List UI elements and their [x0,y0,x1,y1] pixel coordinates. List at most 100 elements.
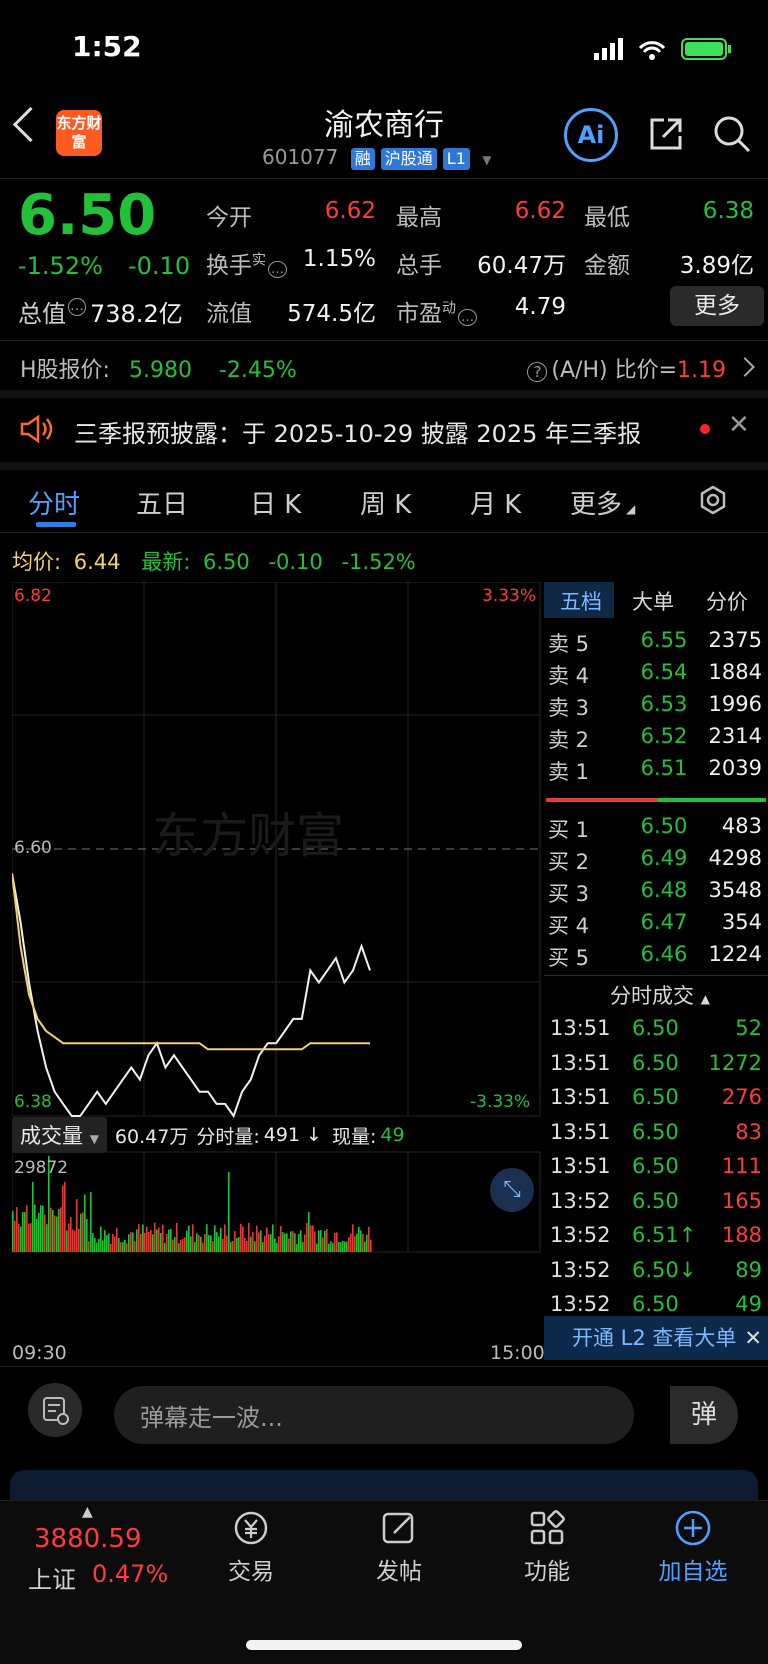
volume-bar [46,1224,48,1252]
ask-vol: 2314 [708,724,762,748]
volume-bar [360,1230,362,1252]
volume-bar [230,1242,232,1252]
pe-label: 市盈动… [396,294,477,328]
trade-price: 6.50 [632,1016,679,1040]
intraday-chart[interactable]: 东方财富 [12,582,542,1282]
trade-row: 13:51 6.50 1272 [544,1051,766,1083]
plus-circle-icon [675,1510,711,1546]
volume-bar [254,1241,256,1252]
trade-vol: 83 [735,1119,762,1144]
stock-subtitle[interactable]: 601077 融沪股通 L1 ▼ [262,145,491,170]
volume-bar [298,1233,300,1252]
trade-price: 6.50 [632,1154,679,1178]
volume-bar [156,1229,158,1252]
trade-price: 6.50 [632,1119,679,1144]
grid-icon [530,1510,565,1545]
volume-bar [236,1237,238,1252]
chevron-up-icon[interactable]: ▲ [82,1504,93,1520]
tab-five-levels[interactable]: 五档 [560,586,602,616]
trade-time: 13:51 [550,1154,611,1178]
volume-bar [212,1241,214,1252]
index-pct[interactable]: 0.47% [92,1560,168,1588]
ask-row[interactable]: 卖 5 6.55 2375 [544,628,766,658]
ask-row[interactable]: 卖 4 6.54 1884 [544,660,766,690]
volume-bar [308,1212,310,1252]
tab-more[interactable]: 更多 ◢ [570,484,635,521]
share-icon[interactable] [648,116,684,152]
nav-functions[interactable]: 功能 [492,1508,602,1586]
ask-label: 卖 5 [548,632,590,656]
danmu-send-button[interactable]: 弹 [670,1386,738,1444]
chevron-right-icon[interactable] [735,357,755,377]
tab-5day[interactable]: 五日 [136,484,188,521]
nav-trade[interactable]: 交易 [196,1508,306,1586]
volume-bar [154,1222,156,1252]
close-icon[interactable]: ✕ [744,1316,762,1360]
volume-bar [338,1242,340,1252]
bid-label: 买 4 [548,914,590,938]
tab-large-orders[interactable]: 大单 [632,586,674,616]
volume-bar [210,1235,212,1252]
chart-tabs: 分时 五日 日 K 周 K 月 K 更多 ◢ [0,484,768,530]
volume-bar [104,1230,106,1252]
nav-post[interactable]: 发帖 [344,1508,454,1586]
volume-bar [74,1230,76,1252]
bid-row[interactable]: 买 3 6.48 3548 [544,878,766,908]
volume-dropdown[interactable]: 成交量 ▼ [12,1117,107,1153]
more-button[interactable]: 更多 [670,286,764,326]
volume-bar [50,1207,52,1252]
tab-monthly-k[interactable]: 月 K [470,484,521,521]
trades-title[interactable]: 分时成交 ▲ [610,980,710,1010]
info-icon[interactable]: … [68,297,86,316]
search-icon[interactable] [712,114,752,154]
ask-price: 6.55 [640,628,688,652]
stock-code: 601077 [262,145,339,169]
index-name[interactable]: 上证 [28,1560,76,1595]
volume-bar [320,1230,322,1252]
ask-row[interactable]: 卖 3 6.53 1996 [544,692,766,722]
bid-row[interactable]: 买 5 6.46 1224 [544,942,766,972]
volume-bar [248,1222,250,1252]
trade-price: 6.50↓ [632,1257,697,1282]
ah-ratio[interactable]: ? (A/H) 比价=1.19 [527,352,726,384]
volume-bar [312,1225,314,1252]
expand-icon[interactable]: ⤡ [490,1168,534,1212]
volume-value: 60.47万 [477,253,566,279]
index-value[interactable]: 3880.59 [34,1524,142,1554]
ai-button[interactable]: Ai [564,108,618,162]
notice-text[interactable]: 三季报预披露：于 2025-10-29 披露 2025 年三季报 [74,414,641,449]
volume-bar [52,1209,54,1252]
volume-bar [148,1232,150,1252]
ask-row[interactable]: 卖 2 6.52 2314 [544,724,766,754]
bid-row[interactable]: 买 2 6.49 4298 [544,846,766,876]
promo-strip[interactable] [10,1470,758,1500]
trade-row: 13:52 6.50 165 [544,1189,766,1221]
home-indicator [246,1640,522,1650]
close-icon[interactable]: ✕ [728,410,750,440]
volume-bar [140,1233,142,1252]
bid-row[interactable]: 买 1 6.50 483 [544,814,766,844]
volume-bar [352,1224,354,1252]
volume-bar [354,1236,356,1252]
hshare-row[interactable]: H股报价: 5.980 -2.45% [20,352,297,384]
tab-intraday[interactable]: 分时 [28,484,80,521]
volume-bar [102,1240,104,1252]
help-icon: ? [527,362,548,382]
tab-weekly-k[interactable]: 周 K [360,484,411,521]
bid-row[interactable]: 买 4 6.47 354 [544,910,766,940]
unread-dot [700,424,710,434]
bid-label: 买 1 [548,818,590,842]
volume-bar [250,1236,252,1252]
nav-add-watch[interactable]: 加自选 [638,1508,748,1586]
tab-price-dist[interactable]: 分价 [706,586,748,616]
volume-bar [304,1234,306,1252]
danmu-toggle-icon[interactable] [28,1383,82,1437]
trade-time: 13:51 [550,1050,611,1075]
volume-bar [206,1224,208,1252]
tab-daily-k[interactable]: 日 K [250,484,301,521]
gear-icon[interactable] [696,484,730,518]
ask-row[interactable]: 卖 1 6.51 2039 [544,756,766,786]
l2-upgrade-banner[interactable]: 开通 L2 查看大单 ✕ [544,1316,768,1360]
volume-bar [124,1239,126,1252]
volume-bar [54,1215,56,1252]
